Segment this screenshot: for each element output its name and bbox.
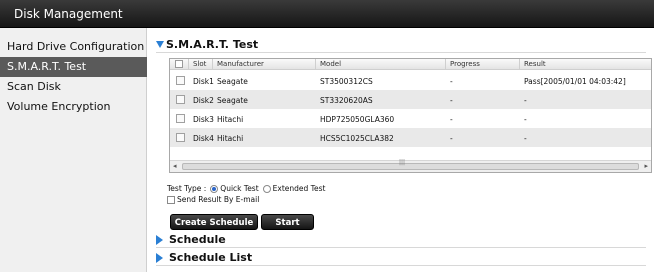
section-divider bbox=[156, 247, 646, 248]
cell-manufacturer: Seagate bbox=[217, 96, 248, 105]
cell-slot: Disk3 bbox=[193, 115, 214, 124]
extended-test-radio[interactable] bbox=[262, 184, 271, 193]
cell-model: HDP725050GLA360 bbox=[320, 115, 395, 124]
smart-disk-table: Slot Manufacturer Model Progress Result … bbox=[169, 58, 652, 173]
sidebar-item-volume-encryption[interactable]: Volume Encryption bbox=[0, 97, 147, 117]
horizontal-scrollbar[interactable]: ◂ ||| ▸ bbox=[170, 159, 651, 172]
send-result-label[interactable]: Send Result By E-mail bbox=[177, 195, 259, 204]
arrow-right-icon[interactable]: ▸ bbox=[644, 162, 648, 170]
triangle-right-icon bbox=[156, 234, 163, 245]
row-checkbox[interactable] bbox=[176, 114, 185, 123]
table-row[interactable]: Disk2 Seagate ST3320620AS - - bbox=[170, 90, 651, 109]
test-type-label: Test Type : bbox=[167, 184, 207, 193]
cell-result: Pass[2005/01/01 04:03:42] bbox=[524, 77, 626, 86]
row-checkbox[interactable] bbox=[176, 76, 185, 85]
test-type-group: Test Type : Quick Test Extended Test bbox=[167, 184, 325, 193]
triangle-right-icon bbox=[156, 252, 163, 263]
schedule-list-section-header[interactable]: Schedule List bbox=[156, 251, 252, 264]
arrow-left-icon[interactable]: ◂ bbox=[173, 162, 177, 170]
triangle-down-icon bbox=[156, 41, 164, 48]
schedule-section-header[interactable]: Schedule bbox=[156, 233, 226, 246]
column-header-slot[interactable]: Slot bbox=[193, 60, 206, 68]
send-result-checkbox[interactable] bbox=[167, 195, 175, 204]
create-schedule-button[interactable]: Create Schedule bbox=[170, 214, 258, 230]
cell-manufacturer: Hitachi bbox=[217, 134, 244, 143]
cell-model: ST3320620AS bbox=[320, 96, 373, 105]
cell-slot: Disk4 bbox=[193, 134, 214, 143]
sidebar-item-scan-disk[interactable]: Scan Disk bbox=[0, 77, 147, 97]
cell-result: - bbox=[524, 134, 527, 143]
sidebar-item-smart-test[interactable]: S.M.A.R.T. Test bbox=[0, 57, 147, 77]
column-header-result[interactable]: Result bbox=[524, 60, 546, 68]
quick-test-label[interactable]: Quick Test bbox=[220, 184, 258, 193]
column-header-progress[interactable]: Progress bbox=[450, 60, 480, 68]
table-row[interactable]: Disk4 Hitachi HCS5C1025CLA382 - - bbox=[170, 128, 651, 147]
column-header-manufacturer[interactable]: Manufacturer bbox=[217, 60, 264, 68]
title-bar: Disk Management bbox=[0, 0, 654, 28]
cell-manufacturer: Hitachi bbox=[217, 115, 244, 124]
cell-progress: - bbox=[450, 96, 453, 105]
section-divider bbox=[156, 265, 646, 266]
cell-result: - bbox=[524, 96, 527, 105]
cell-result: - bbox=[524, 115, 527, 124]
table-row[interactable]: Disk3 Hitachi HDP725050GLA360 - - bbox=[170, 109, 651, 128]
sidebar-item-hard-drive-configuration[interactable]: Hard Drive Configuration bbox=[0, 37, 147, 57]
table-header: Slot Manufacturer Model Progress Result bbox=[170, 59, 651, 70]
table-row[interactable]: Disk1 Seagate ST3500312CS - Pass[2005/01… bbox=[170, 71, 651, 90]
sidebar: Hard Drive Configuration S.M.A.R.T. Test… bbox=[0, 28, 147, 272]
cell-slot: Disk2 bbox=[193, 96, 214, 105]
row-checkbox[interactable] bbox=[176, 95, 185, 104]
send-result-option[interactable]: Send Result By E-mail bbox=[167, 195, 259, 204]
schedule-section-title: Schedule bbox=[169, 233, 226, 246]
quick-test-radio[interactable] bbox=[210, 184, 219, 193]
cell-slot: Disk1 bbox=[193, 77, 214, 86]
cell-model: HCS5C1025CLA382 bbox=[320, 134, 394, 143]
select-all-checkbox[interactable] bbox=[175, 60, 183, 68]
schedule-list-section-title: Schedule List bbox=[169, 251, 253, 264]
main-panel: S.M.A.R.T. Test Slot Manufacturer Model … bbox=[148, 28, 654, 272]
column-header-model[interactable]: Model bbox=[320, 60, 341, 68]
scrollbar-thumb[interactable] bbox=[182, 163, 639, 170]
scroll-grip-icon: ||| bbox=[399, 159, 406, 166]
smart-section-header[interactable]: S.M.A.R.T. Test bbox=[156, 38, 258, 51]
cell-model: ST3500312CS bbox=[320, 77, 373, 86]
section-divider bbox=[156, 52, 646, 53]
start-button[interactable]: Start bbox=[261, 214, 314, 230]
extended-test-label[interactable]: Extended Test bbox=[273, 184, 326, 193]
cell-manufacturer: Seagate bbox=[217, 77, 248, 86]
row-checkbox[interactable] bbox=[176, 133, 185, 142]
smart-section-title: S.M.A.R.T. Test bbox=[166, 38, 259, 51]
cell-progress: - bbox=[450, 115, 453, 124]
cell-progress: - bbox=[450, 134, 453, 143]
cell-progress: - bbox=[450, 77, 453, 86]
window-title: Disk Management bbox=[14, 7, 123, 21]
